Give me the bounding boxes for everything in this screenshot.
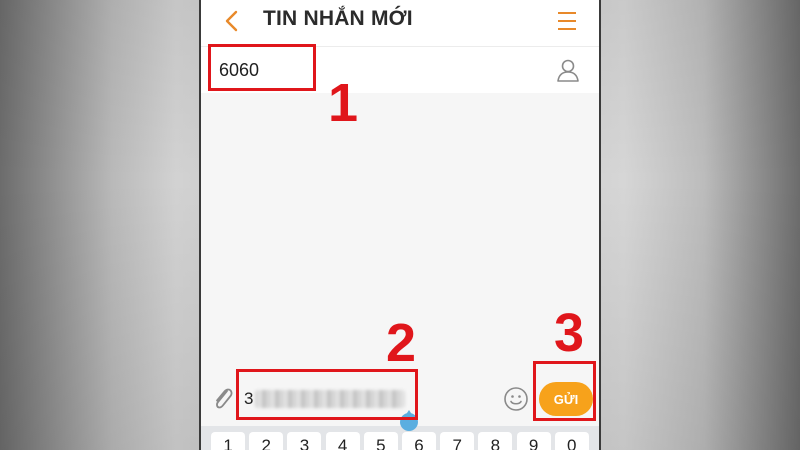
annotation-number-3: 3	[554, 303, 585, 363]
chevron-left-icon[interactable]	[221, 8, 243, 34]
annotation-box-message	[236, 369, 418, 420]
smiley-icon[interactable]	[503, 386, 529, 412]
key-7[interactable]: 7	[440, 432, 475, 450]
key-9[interactable]: 9	[516, 432, 551, 450]
menu-icon[interactable]	[557, 9, 577, 33]
app-bar: TIN NHẮN MỚI	[201, 0, 599, 44]
person-icon[interactable]	[555, 57, 581, 83]
page-title: TIN NHẮN MỚI	[263, 7, 413, 30]
annotation-box-send	[533, 361, 596, 421]
key-2[interactable]: 2	[249, 432, 284, 450]
paperclip-icon[interactable]	[211, 385, 235, 411]
key-8[interactable]: 8	[478, 432, 513, 450]
key-3[interactable]: 3	[287, 432, 322, 450]
annotation-box-recipient	[208, 44, 316, 91]
key-1[interactable]: 1	[211, 432, 246, 450]
keyboard-number-row: 1 2 3 4 5 6 7 8 9 0	[201, 432, 599, 450]
annotation-number-1: 1	[328, 73, 359, 133]
key-4[interactable]: 4	[325, 432, 360, 450]
annotation-number-2: 2	[386, 313, 417, 373]
key-5[interactable]: 5	[363, 432, 398, 450]
key-0[interactable]: 0	[554, 432, 589, 450]
key-6[interactable]: 6	[402, 432, 437, 450]
